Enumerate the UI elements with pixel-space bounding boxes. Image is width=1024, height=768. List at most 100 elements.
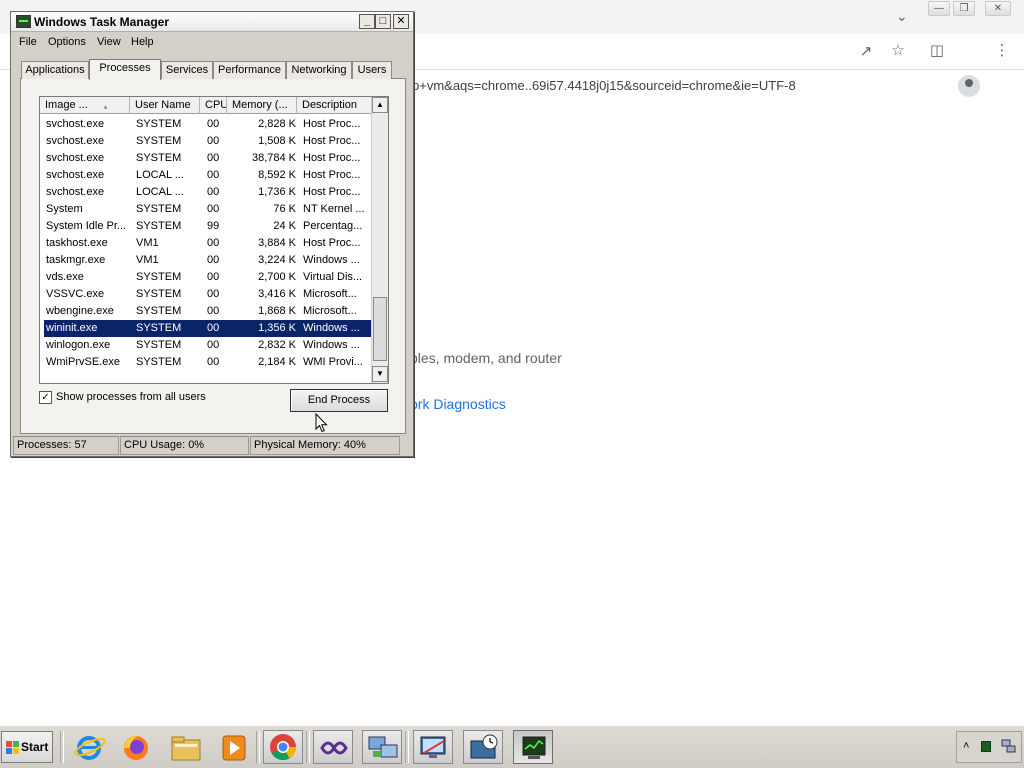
column-description[interactable]: Description xyxy=(297,97,371,114)
process-list-scrollbar[interactable]: ▲ ▼ xyxy=(371,97,388,383)
process-name-cell: wbengine.exe xyxy=(46,305,114,317)
taskbar-separator xyxy=(405,731,409,763)
table-row[interactable]: svchost.exe LOCAL ... 00 1,736 K Host Proc..… xyxy=(44,184,371,201)
user-name-cell: SYSTEM xyxy=(136,305,182,317)
bookmark-star-icon[interactable]: ☆ xyxy=(889,43,907,59)
share-icon[interactable]: ↗ xyxy=(857,44,875,60)
address-bar-text[interactable]: p+vm&aqs=chrome..69i57.4418j0j15&sourcei… xyxy=(412,78,796,93)
show-all-users-checkbox[interactable]: ✓ xyxy=(39,391,52,404)
process-name-cell: WmiPrvSE.exe xyxy=(46,356,120,368)
table-row[interactable]: System SYSTEM 00 76 K NT Kernel ... xyxy=(44,201,371,218)
sort-ascending-icon: ▲ xyxy=(102,104,109,111)
column-user-name[interactable]: User Name xyxy=(130,97,200,114)
table-row[interactable]: svchost.exe SYSTEM 00 38,784 K Host Proc... xyxy=(44,150,371,167)
file-explorer-icon[interactable] xyxy=(166,730,206,764)
tab-performance[interactable]: Performance xyxy=(213,61,286,79)
tab-users[interactable]: Users xyxy=(352,61,392,79)
table-row[interactable]: WmiPrvSE.exe SYSTEM 00 2,184 K WMI Provi... xyxy=(44,354,371,371)
cpu-cell: 99 xyxy=(207,220,220,232)
table-row[interactable]: taskhost.exe VM1 00 3,884 K Host Proc... xyxy=(44,235,371,252)
description-cell: Microsoft... xyxy=(303,288,357,300)
tray-task-manager-icon[interactable] xyxy=(981,741,991,752)
window-title: Windows Task Manager xyxy=(34,15,170,29)
minimize-button[interactable]: — xyxy=(928,1,950,16)
scroll-down-arrow-icon[interactable]: ▼ xyxy=(372,366,388,382)
task-manager-titlebar[interactable]: Windows Task Manager _ □ ✕ xyxy=(11,12,413,32)
process-name-cell: svchost.exe xyxy=(46,152,105,164)
tab-search-chevron-icon[interactable]: ⌄ xyxy=(896,8,908,25)
memory-cell: 8,592 K xyxy=(258,169,296,181)
process-name-cell: vds.exe xyxy=(46,271,84,283)
table-row[interactable]: vds.exe SYSTEM 00 2,700 K Virtual Dis... xyxy=(44,269,371,286)
memory-cell: 24 K xyxy=(273,220,296,232)
close-button[interactable]: ✕ xyxy=(985,1,1011,16)
cpu-cell: 00 xyxy=(207,339,220,351)
table-row[interactable]: VSSVC.exe SYSTEM 00 3,416 K Microsoft... xyxy=(44,286,371,303)
close-button[interactable]: ✕ xyxy=(393,14,409,29)
column-image-name[interactable]: Image ... ▲ xyxy=(40,97,130,114)
network-icon[interactable] xyxy=(362,730,402,764)
tab-processes[interactable]: Processes xyxy=(89,59,161,80)
side-panel-icon[interactable]: ◫ xyxy=(928,43,946,59)
menu-kebab-icon[interactable]: ⋮ xyxy=(993,43,1011,59)
status-physical-memory: Physical Memory: 40% xyxy=(250,436,400,455)
table-row[interactable]: svchost.exe SYSTEM 00 1,508 K Host Proc... xyxy=(44,133,371,150)
start-button[interactable]: Start xyxy=(1,731,53,763)
firefox-icon[interactable] xyxy=(116,730,156,764)
show-hidden-icons-icon[interactable]: ˄ xyxy=(963,740,969,752)
table-row[interactable]: svchost.exe SYSTEM 00 2,828 K Host Proc... xyxy=(44,116,371,133)
remote-desktop-icon[interactable] xyxy=(413,730,453,764)
menu-options[interactable]: Options xyxy=(48,36,86,48)
end-process-button[interactable]: End Process xyxy=(290,389,388,412)
user-name-cell: SYSTEM xyxy=(136,271,182,283)
task-manager-icon[interactable] xyxy=(513,730,553,764)
tab-applications[interactable]: Applications xyxy=(21,61,89,79)
description-cell: Host Proc... xyxy=(303,118,361,130)
table-row[interactable]: wininit.exe SYSTEM 00 1,356 K Windows ... xyxy=(44,320,371,337)
process-name-cell: VSSVC.exe xyxy=(46,288,105,300)
process-name-cell: taskmgr.exe xyxy=(46,254,106,266)
memory-cell: 1,868 K xyxy=(258,305,296,317)
memory-cell: 1,736 K xyxy=(258,186,296,198)
process-name-cell: svchost.exe xyxy=(46,169,105,181)
media-player-icon[interactable] xyxy=(214,730,254,764)
table-row[interactable]: System Idle Pr... SYSTEM 99 24 K Percentag..… xyxy=(44,218,371,235)
column-cpu[interactable]: CPU xyxy=(200,97,227,114)
table-row[interactable]: winlogon.exe SYSTEM 00 2,832 K Windows ... xyxy=(44,337,371,354)
cpu-cell: 00 xyxy=(207,254,220,266)
column-memory[interactable]: Memory (... xyxy=(227,97,297,114)
scrollbar-thumb[interactable] xyxy=(373,297,387,361)
user-name-cell: VM1 xyxy=(136,237,159,249)
tab-networking[interactable]: Networking xyxy=(286,61,352,79)
network-diagnostics-link[interactable]: ork Diagnostics xyxy=(410,396,506,412)
tab-services[interactable]: Services xyxy=(161,61,213,79)
menu-file[interactable]: File xyxy=(19,36,37,48)
visual-studio-icon[interactable] xyxy=(313,730,353,764)
cpu-cell: 00 xyxy=(207,356,220,368)
maximize-button[interactable]: □ xyxy=(375,14,391,29)
cpu-cell: 00 xyxy=(207,288,220,300)
minimize-button[interactable]: _ xyxy=(359,14,375,29)
description-cell: Host Proc... xyxy=(303,186,361,198)
cpu-cell: 00 xyxy=(207,203,220,215)
memory-cell: 3,884 K xyxy=(258,237,296,249)
cpu-cell: 00 xyxy=(207,135,220,147)
process-name-cell: System xyxy=(46,203,83,215)
cpu-cell: 00 xyxy=(207,271,220,283)
process-list[interactable]: Image ... ▲ User Name CPU Memory (... De… xyxy=(39,96,389,384)
network-status-icon[interactable] xyxy=(1001,738,1017,754)
chrome-icon[interactable] xyxy=(263,730,303,764)
internet-explorer-icon[interactable] xyxy=(70,730,110,764)
menu-help[interactable]: Help xyxy=(131,36,154,48)
scheduler-icon[interactable] xyxy=(463,730,503,764)
restore-button[interactable]: ❐ xyxy=(953,1,975,16)
menu-view[interactable]: View xyxy=(97,36,121,48)
table-row[interactable]: taskmgr.exe VM1 00 3,224 K Windows ... xyxy=(44,252,371,269)
process-name-cell: System Idle Pr... xyxy=(46,220,127,232)
description-cell: Windows ... xyxy=(303,322,360,334)
table-row[interactable]: wbengine.exe SYSTEM 00 1,868 K Microsoft... xyxy=(44,303,371,320)
profile-avatar-icon[interactable] xyxy=(958,75,980,97)
user-name-cell: SYSTEM xyxy=(136,339,182,351)
table-row[interactable]: svchost.exe LOCAL ... 00 8,592 K Host Proc..… xyxy=(44,167,371,184)
scroll-up-arrow-icon[interactable]: ▲ xyxy=(372,97,388,113)
